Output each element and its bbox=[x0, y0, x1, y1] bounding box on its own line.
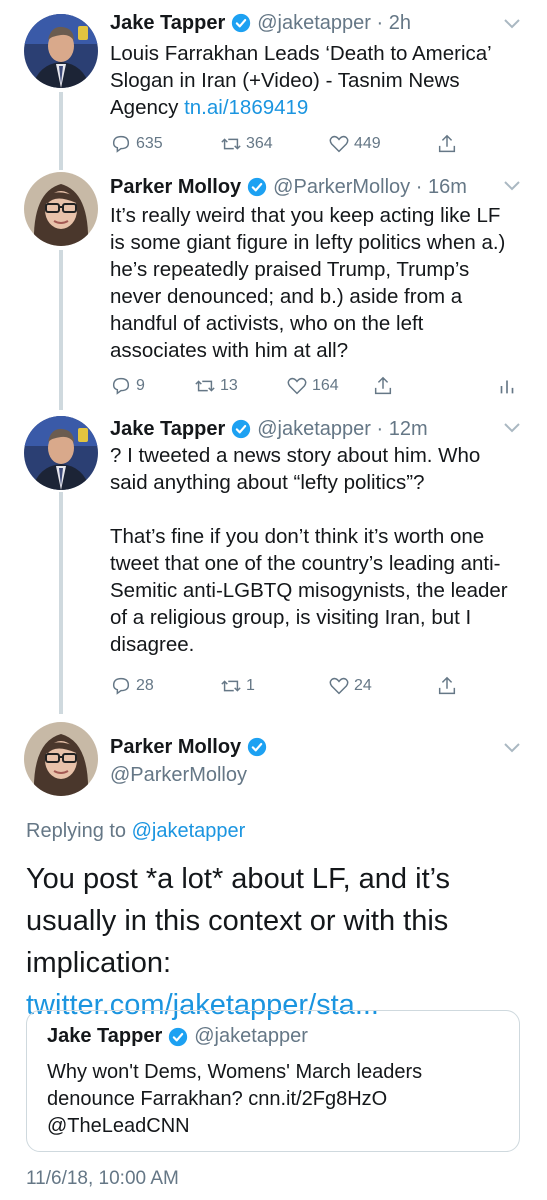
tweet-time[interactable]: 2h bbox=[389, 12, 411, 35]
chevron-down-icon[interactable] bbox=[503, 18, 521, 30]
tweet-actions: 9 13 164 bbox=[110, 372, 520, 400]
tweet-actions: 28 1 24 bbox=[110, 672, 520, 700]
reply-icon bbox=[112, 677, 130, 695]
separator: · bbox=[370, 417, 389, 440]
quoted-tweet-header: Jake Tapper @jaketapper bbox=[47, 1025, 308, 1048]
like-count: 449 bbox=[354, 135, 381, 152]
share-button[interactable] bbox=[436, 672, 462, 700]
chevron-down-icon[interactable] bbox=[503, 180, 521, 192]
tweet-time[interactable]: 12m bbox=[389, 418, 428, 441]
author-handle[interactable]: @jaketapper bbox=[257, 12, 371, 35]
share-button[interactable] bbox=[372, 372, 398, 400]
reply-button[interactable]: 28 bbox=[110, 672, 154, 700]
retweet-button[interactable]: 1 bbox=[220, 672, 255, 700]
tweet-timestamp[interactable]: 11/6/18, 10:00 AM bbox=[26, 1168, 179, 1190]
like-button[interactable]: 449 bbox=[328, 130, 381, 158]
tweet-header: Jake Tapper @jaketapper · 2h bbox=[110, 6, 411, 40]
analytics-icon bbox=[500, 380, 514, 394]
retweet-icon bbox=[221, 680, 241, 692]
tweet-text: Louis Farrakhan Leads ‘Death to America’… bbox=[110, 40, 520, 121]
share-icon bbox=[438, 134, 456, 153]
share-icon bbox=[374, 376, 392, 395]
avatar[interactable] bbox=[24, 416, 98, 490]
separator: · bbox=[370, 11, 389, 34]
share-icon bbox=[438, 676, 456, 695]
author-handle[interactable]: @ParkerMolloy bbox=[110, 764, 247, 787]
retweet-icon bbox=[195, 380, 215, 392]
quoted-tweet-text: Why won't Dems, Womens' March leaders de… bbox=[47, 1061, 423, 1137]
like-count: 164 bbox=[312, 377, 339, 394]
verified-icon bbox=[232, 419, 251, 439]
chevron-down-icon[interactable] bbox=[503, 742, 521, 754]
reply-button[interactable]: 635 bbox=[110, 130, 163, 158]
author-handle[interactable]: @jaketapper bbox=[257, 418, 371, 441]
tweet-time[interactable]: 16m bbox=[428, 176, 467, 199]
avatar[interactable] bbox=[24, 172, 98, 246]
separator: · bbox=[410, 175, 428, 198]
thread-line bbox=[59, 250, 63, 410]
verified-icon bbox=[248, 177, 267, 197]
tweet-header: Jake Tapper @jaketapper · 12m bbox=[110, 412, 428, 446]
quoted-author-handle: @jaketapper bbox=[194, 1025, 308, 1047]
verified-icon bbox=[248, 737, 267, 757]
like-button[interactable]: 24 bbox=[328, 672, 372, 700]
reply-icon bbox=[112, 135, 130, 153]
reply-count: 28 bbox=[136, 677, 154, 694]
analytics-button[interactable] bbox=[496, 372, 522, 400]
author-name[interactable]: Parker Molloy bbox=[110, 176, 241, 199]
like-count: 24 bbox=[354, 677, 372, 694]
replying-prefix: Replying to bbox=[26, 820, 132, 842]
retweet-count: 1 bbox=[246, 677, 255, 694]
tweet-header: Parker Molloy @ParkerMolloy · 16m bbox=[110, 170, 467, 204]
like-button[interactable]: 164 bbox=[286, 372, 339, 400]
author-name[interactable]: Parker Molloy bbox=[110, 736, 241, 759]
author-name[interactable]: Jake Tapper bbox=[110, 12, 225, 35]
tweet-link[interactable]: tn.ai/1869419 bbox=[184, 96, 308, 119]
retweet-icon bbox=[221, 138, 241, 150]
reply-count: 635 bbox=[136, 135, 163, 152]
author-handle[interactable]: @ParkerMolloy bbox=[273, 176, 410, 199]
quoted-tweet[interactable]: Jake Tapper @jaketapper Why won't Dems, … bbox=[26, 1010, 520, 1152]
retweet-button[interactable]: 13 bbox=[194, 372, 238, 400]
focused-text-content: You post *a lot* about LF, and it’s usua… bbox=[26, 863, 451, 979]
replying-to-handle[interactable]: @jaketapper bbox=[132, 820, 246, 842]
focused-tweet-text: You post *a lot* about LF, and it’s usua… bbox=[26, 858, 526, 1026]
tweet-handle-row: @ParkerMolloy bbox=[110, 758, 247, 792]
chevron-down-icon[interactable] bbox=[503, 422, 521, 434]
replying-to: Replying to @jaketapper bbox=[26, 820, 245, 843]
verified-icon bbox=[232, 13, 251, 33]
tweet-actions: 635 364 449 bbox=[110, 130, 520, 158]
like-icon bbox=[329, 135, 349, 153]
like-icon bbox=[287, 377, 307, 395]
avatar[interactable] bbox=[24, 722, 98, 796]
like-icon bbox=[329, 677, 349, 695]
retweet-count: 364 bbox=[246, 135, 273, 152]
tweet-text: ? I tweeted a news story about him. Who … bbox=[110, 444, 508, 656]
reply-count: 9 bbox=[136, 377, 145, 394]
avatar[interactable] bbox=[24, 14, 98, 88]
reply-icon bbox=[112, 377, 130, 395]
tweet-text: It’s really weird that you keep acting l… bbox=[110, 204, 512, 362]
retweet-count: 13 bbox=[220, 377, 238, 394]
thread-line bbox=[59, 92, 63, 170]
quoted-author-name: Jake Tapper bbox=[47, 1025, 163, 1047]
reply-button[interactable]: 9 bbox=[110, 372, 145, 400]
verified-icon bbox=[169, 1027, 188, 1046]
author-name[interactable]: Jake Tapper bbox=[110, 418, 225, 441]
thread-line bbox=[59, 492, 63, 714]
retweet-button[interactable]: 364 bbox=[220, 130, 273, 158]
share-button[interactable] bbox=[436, 130, 462, 158]
